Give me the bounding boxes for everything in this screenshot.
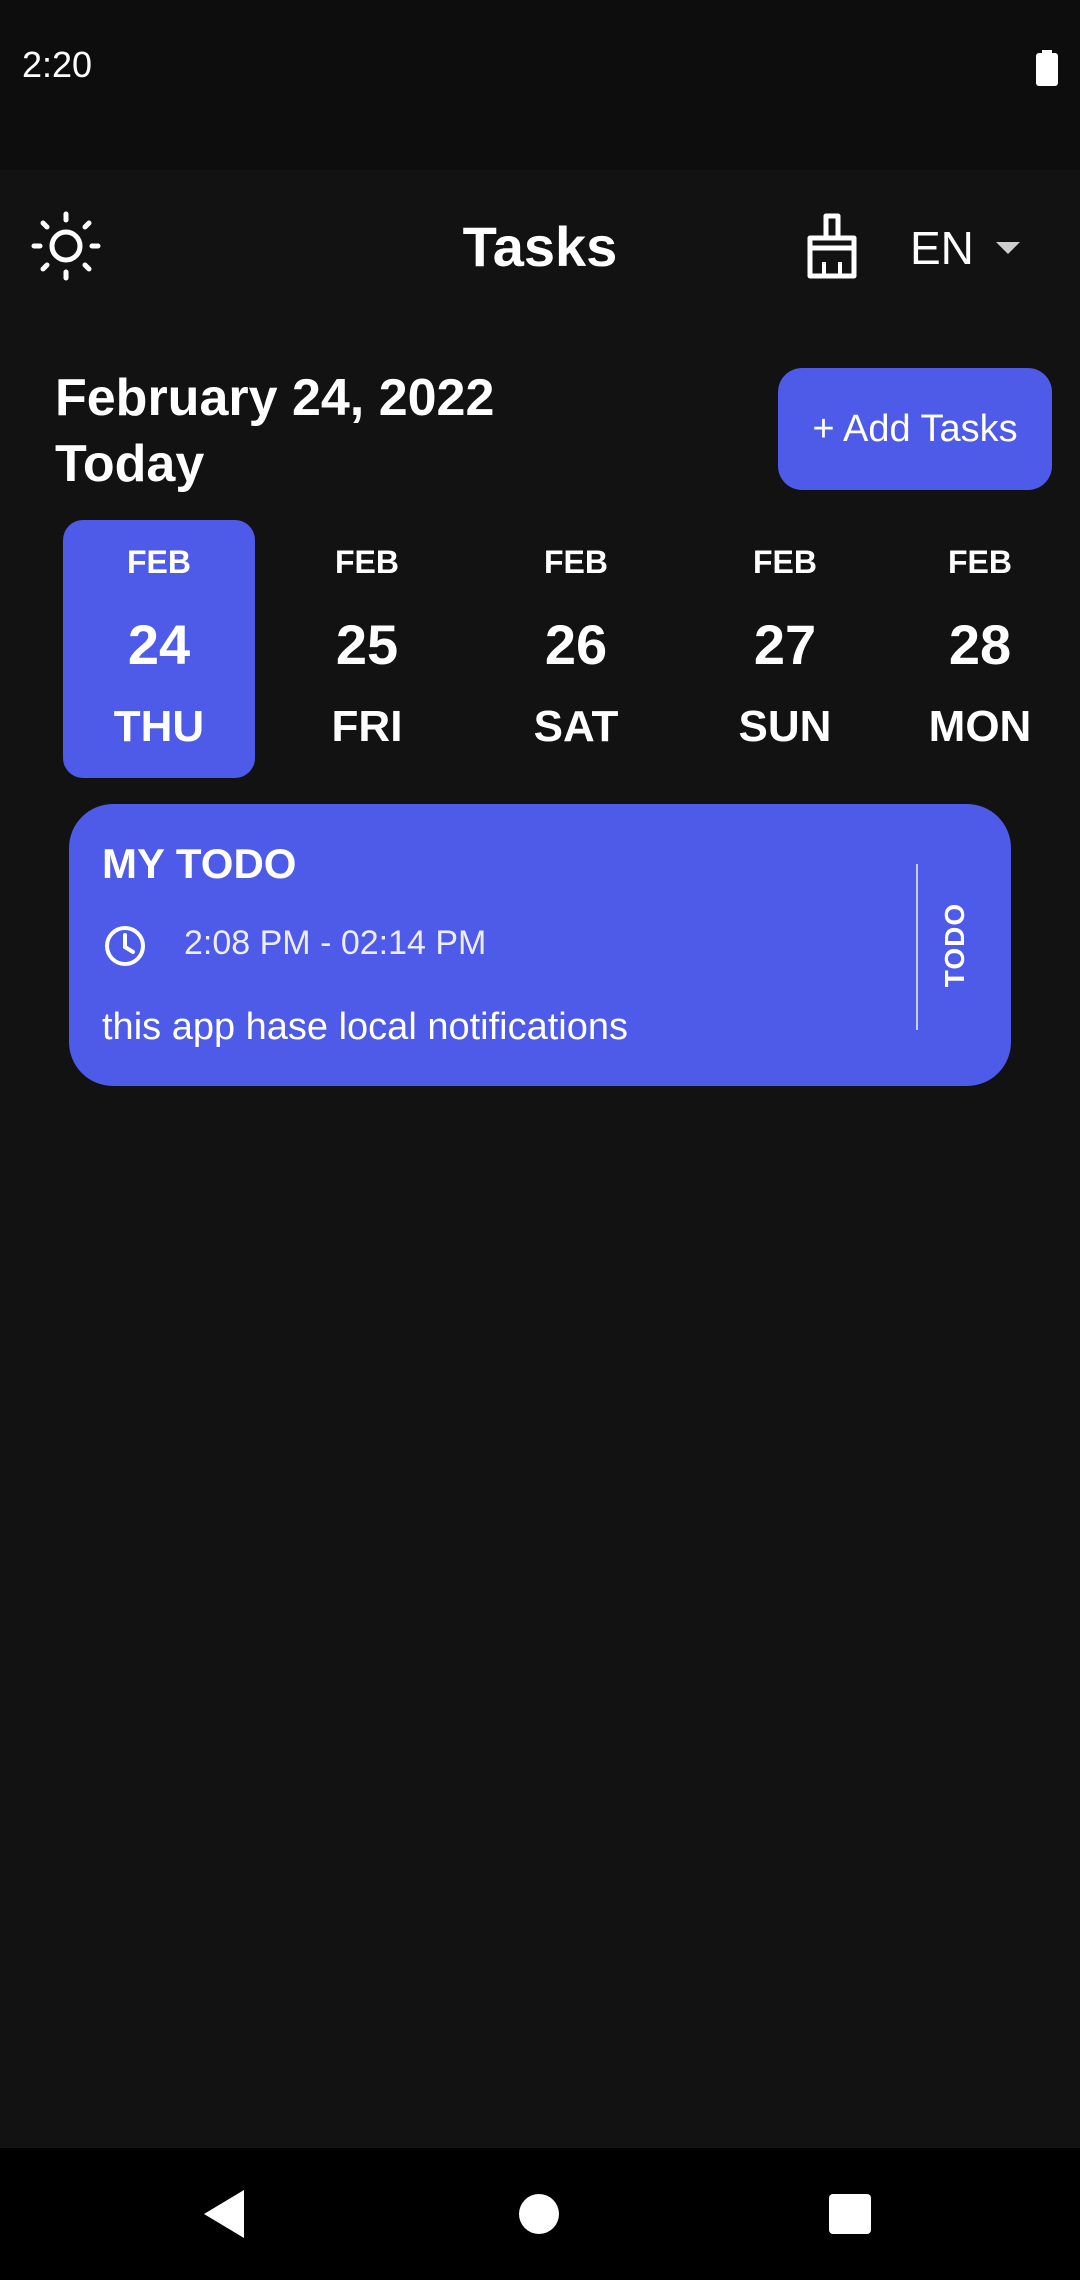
status-bar: 2:20 xyxy=(0,0,1080,170)
add-task-button[interactable]: + Add Tasks xyxy=(778,368,1052,490)
date-day: 26 xyxy=(544,613,608,676)
date-day: 28 xyxy=(948,613,1012,676)
date-day: 25 xyxy=(335,613,399,676)
date-weekday: THU xyxy=(113,702,205,751)
task-status-label: TODO xyxy=(939,902,970,988)
date-weekday: SUN xyxy=(738,702,832,751)
language-select[interactable]: EN xyxy=(910,218,1020,278)
date-cell[interactable]: FEB 25 FRI xyxy=(271,520,463,778)
date-month: FEB xyxy=(335,544,399,580)
task-time: 2:08 PM - 02:14 PM xyxy=(184,924,487,962)
system-nav-bar xyxy=(0,2148,1080,2280)
recents-square-icon[interactable] xyxy=(829,2194,871,2234)
chevron-down-icon xyxy=(995,242,1020,254)
date-heading: February 24, 2022 Today xyxy=(55,365,494,497)
home-circle-icon[interactable] xyxy=(519,2194,559,2234)
task-card[interactable]: MY TODO 2:08 PM - 02:14 PM this app hase… xyxy=(69,804,1011,1086)
task-note: this app hase local notifications xyxy=(102,1006,628,1048)
date-cell[interactable]: FEB 27 SUN xyxy=(689,520,881,778)
date-month: FEB xyxy=(544,544,608,580)
task-title: MY TODO xyxy=(102,840,297,887)
broom-icon[interactable] xyxy=(800,212,864,280)
date-month: FEB xyxy=(948,544,1012,580)
date-month: FEB xyxy=(753,544,817,580)
screen: 2:20 Tasks EN February 24, 2022 Today + … xyxy=(0,0,1080,2280)
today-label: Today xyxy=(55,435,205,493)
current-date: February 24, 2022 xyxy=(55,369,495,427)
date-weekday: SAT xyxy=(533,702,619,751)
date-day: 27 xyxy=(753,613,817,676)
date-cell[interactable]: FEB 28 MON xyxy=(884,520,1076,778)
battery-full-icon xyxy=(1036,50,1058,86)
app-bar: Tasks EN xyxy=(0,170,1080,330)
status-time: 2:20 xyxy=(22,44,93,85)
clock-icon xyxy=(105,926,145,966)
date-month: FEB xyxy=(127,544,191,580)
date-cell[interactable]: FEB 24 THU xyxy=(63,520,255,778)
divider xyxy=(916,864,918,1030)
date-day: 24 xyxy=(127,613,191,676)
date-weekday: MON xyxy=(928,702,1032,751)
date-weekday: FRI xyxy=(331,702,403,751)
date-cell[interactable]: FEB 26 SAT xyxy=(480,520,672,778)
back-triangle-icon[interactable] xyxy=(204,2190,244,2238)
date-strip: FEB 24 THU FEB 25 FRI FEB 26 SAT FEB 27 … xyxy=(0,520,1080,778)
language-value: EN xyxy=(910,222,974,274)
